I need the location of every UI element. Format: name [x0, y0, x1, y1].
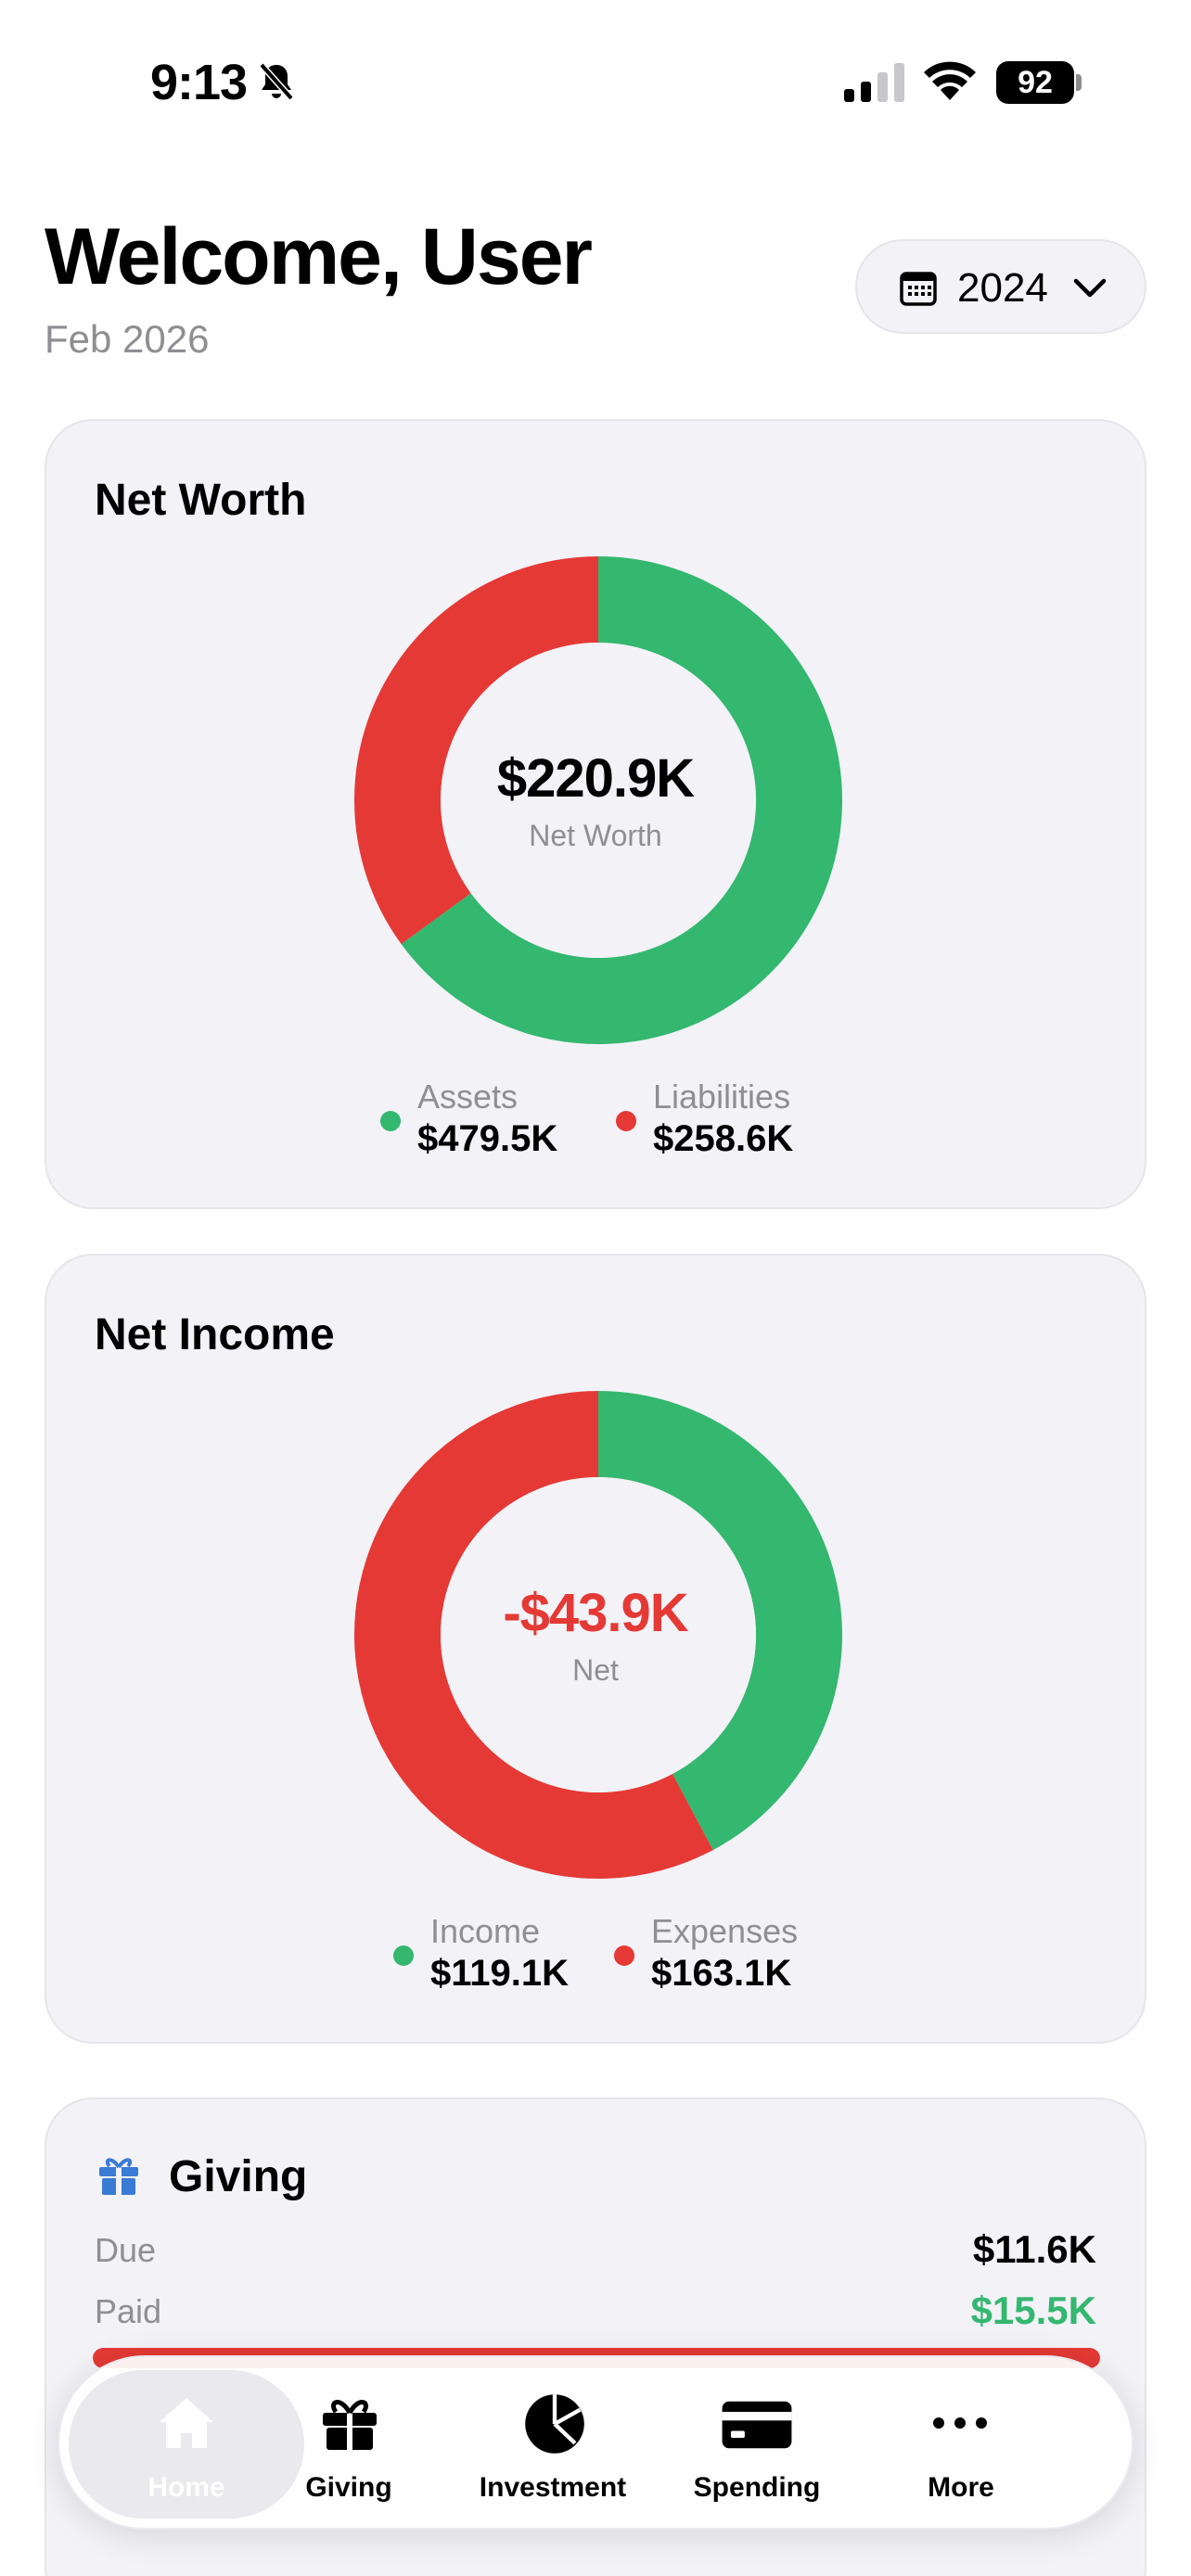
tab-more-label: More — [928, 2472, 994, 2503]
page-title: Welcome, User — [45, 212, 593, 301]
battery-level: 92 — [996, 61, 1074, 104]
tab-spending[interactable]: Spending — [655, 2370, 859, 2519]
tab-bar: Home Giving Investment Spending More — [58, 2355, 1133, 2530]
net-worth-card[interactable]: Net Worth $220.9K Net Worth Assets $479.… — [45, 419, 1146, 1209]
more-icon — [933, 2417, 987, 2429]
selected-year: 2024 — [957, 265, 1048, 311]
tab-giving[interactable]: Giving — [247, 2370, 451, 2519]
net-income-title: Net Income — [95, 1310, 335, 1359]
wifi-icon — [924, 61, 976, 100]
giving-paid-value: $15.5K — [970, 2289, 1096, 2332]
status-bar: 9:13 92 — [0, 0, 1191, 167]
tab-more[interactable]: More — [859, 2370, 1063, 2519]
net-income-center-label: Net — [572, 1653, 619, 1687]
net-income-value: -$43.9K — [503, 1583, 688, 1643]
net-income-card[interactable]: Net Income -$43.9K Net Income $119.1K Ex… — [45, 1254, 1146, 2044]
year-picker-button[interactable]: 2024 — [855, 239, 1146, 334]
pie-chart-icon — [525, 2394, 584, 2454]
current-date: Feb 2026 — [45, 317, 210, 361]
legend-value-income: $119.1K — [430, 1953, 570, 1994]
legend-name-income: Income — [430, 1912, 541, 1950]
chevron-down-icon — [1073, 278, 1107, 298]
legend-dot-expenses — [614, 1945, 634, 1966]
credit-card-icon — [722, 2401, 792, 2449]
net-worth-center: $220.9K Net Worth — [46, 747, 1145, 853]
tab-investment-label: Investment — [479, 2472, 627, 2503]
legend-name-expenses: Expenses — [651, 1912, 799, 1950]
tab-spending-label: Spending — [693, 2472, 821, 2503]
home-icon — [160, 2398, 213, 2448]
net-worth-value: $220.9K — [496, 748, 695, 809]
giving-due-value: $11.6K — [972, 2227, 1096, 2271]
giving-title: Giving — [169, 2152, 308, 2201]
giving-paid-label: Paid — [95, 2292, 162, 2330]
status-time: 9:13 — [150, 55, 248, 110]
gift-icon — [99, 2158, 138, 2195]
giving-due-row: Due $11.6K — [95, 2227, 1096, 2276]
legend-value-assets: $479.5K — [417, 1118, 558, 1159]
battery-indicator: 92 — [996, 61, 1082, 104]
cellular-signal-icon — [844, 63, 904, 102]
legend-dot-assets — [380, 1111, 401, 1131]
net-worth-title: Net Worth — [95, 476, 307, 525]
legend-dot-liabilities — [616, 1111, 636, 1131]
bell-off-icon — [259, 62, 294, 101]
legend-value-liabilities: $258.6K — [653, 1118, 794, 1159]
calendar-icon — [900, 272, 937, 306]
legend-name-assets: Assets — [417, 1078, 519, 1116]
net-income-center: -$43.9K Net — [46, 1582, 1145, 1688]
giving-paid-row: Paid $15.5K — [95, 2289, 1096, 2337]
tab-investment[interactable]: Investment — [451, 2370, 655, 2519]
tab-giving-label: Giving — [305, 2472, 392, 2503]
legend-name-liabilities: Liabilities — [653, 1078, 791, 1116]
legend-dot-income — [393, 1945, 414, 1966]
giving-due-label: Due — [95, 2231, 157, 2269]
net-worth-center-label: Net Worth — [529, 819, 662, 852]
gift-icon — [323, 2400, 377, 2450]
battery-nub — [1076, 74, 1082, 91]
legend-value-expenses: $163.1K — [651, 1953, 792, 1994]
